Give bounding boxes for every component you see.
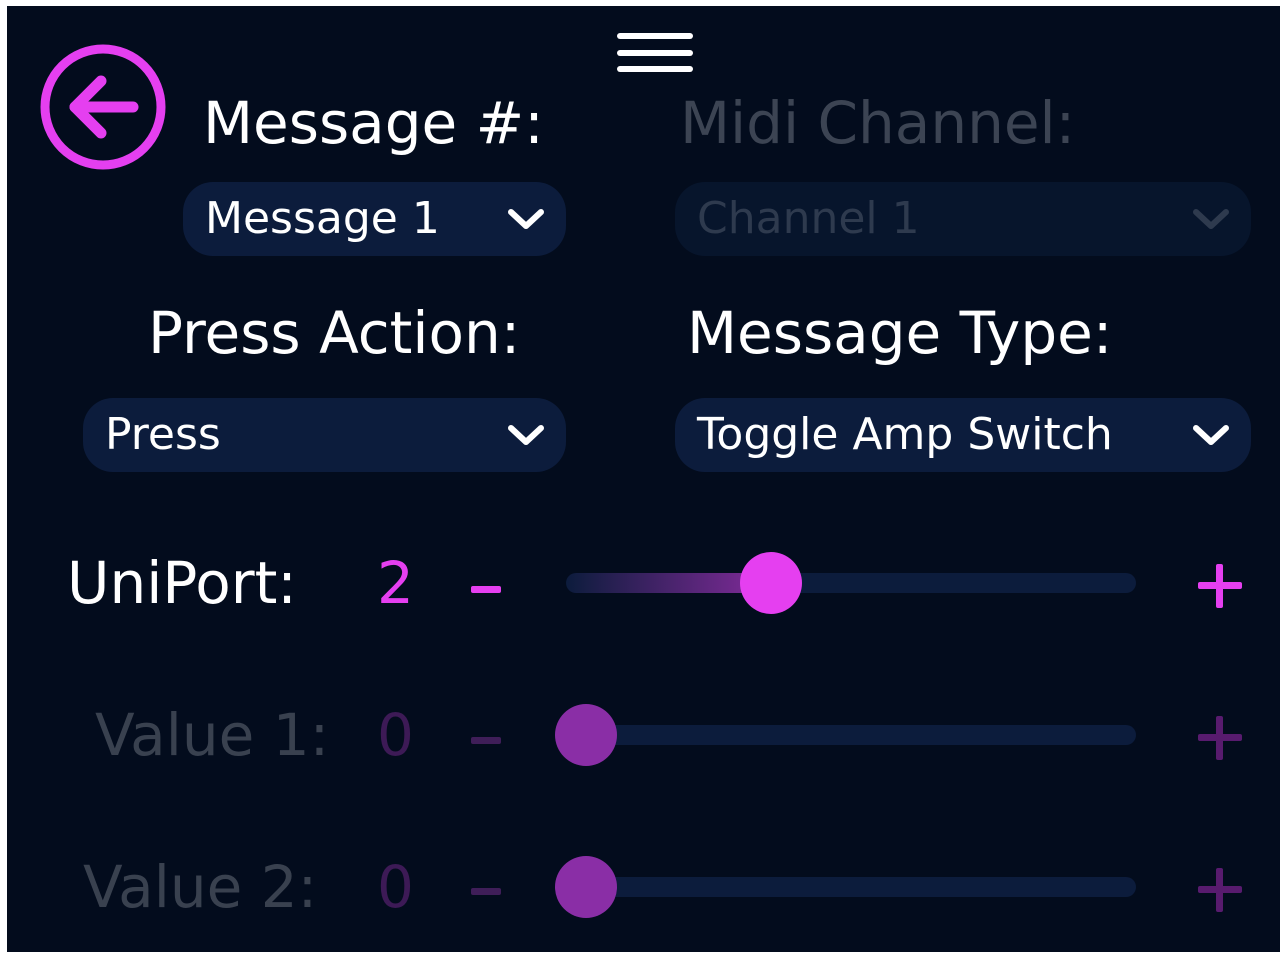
press-action-label: Press Action:	[148, 299, 521, 367]
value1-slider-knob[interactable]	[555, 704, 617, 766]
uniport-plus-button[interactable]	[1198, 564, 1242, 608]
message-type-label: Message Type:	[687, 299, 1113, 367]
value1-plus-button[interactable]	[1198, 716, 1242, 760]
value1-value: 0	[377, 701, 414, 769]
midi-channel-label: Midi Channel:	[680, 89, 1076, 157]
value1-slider[interactable]	[566, 725, 1136, 745]
chevron-down-icon	[508, 425, 544, 445]
value1-label: Value 1:	[95, 701, 330, 769]
chevron-down-icon	[508, 209, 544, 229]
value2-label: Value 2:	[83, 853, 318, 921]
value2-slider[interactable]	[566, 877, 1136, 897]
chevron-down-icon	[1193, 209, 1229, 229]
uniport-minus-button[interactable]	[471, 586, 501, 593]
uniport-label: UniPort:	[67, 549, 297, 617]
uniport-slider-knob[interactable]	[740, 552, 803, 614]
value2-slider-knob[interactable]	[555, 856, 617, 918]
message-number-label: Message #:	[203, 89, 544, 157]
uniport-slider[interactable]	[566, 573, 1136, 593]
message-type-selected: Toggle Amp Switch	[697, 409, 1113, 460]
uniport-slider-fill	[566, 573, 755, 593]
uniport-value: 2	[377, 549, 414, 617]
value2-minus-button[interactable]	[471, 888, 501, 895]
press-action-dropdown[interactable]: Press	[83, 398, 566, 472]
message-type-dropdown[interactable]: Toggle Amp Switch	[675, 398, 1251, 472]
press-action-selected: Press	[105, 409, 221, 460]
chevron-down-icon	[1193, 425, 1229, 445]
value2-plus-button[interactable]	[1198, 868, 1242, 912]
settings-screen: Message #: Message 1 Midi Channel: Chann…	[7, 6, 1280, 952]
hamburger-menu-icon[interactable]	[615, 33, 695, 79]
value1-minus-button[interactable]	[471, 737, 501, 744]
message-number-selected: Message 1	[205, 193, 440, 244]
midi-channel-dropdown[interactable]: Channel 1	[675, 182, 1251, 256]
message-number-dropdown[interactable]: Message 1	[183, 182, 566, 256]
arrow-left-circle-icon	[40, 44, 166, 170]
midi-channel-selected: Channel 1	[697, 193, 920, 244]
back-button[interactable]	[39, 43, 167, 171]
value2-value: 0	[377, 853, 414, 921]
